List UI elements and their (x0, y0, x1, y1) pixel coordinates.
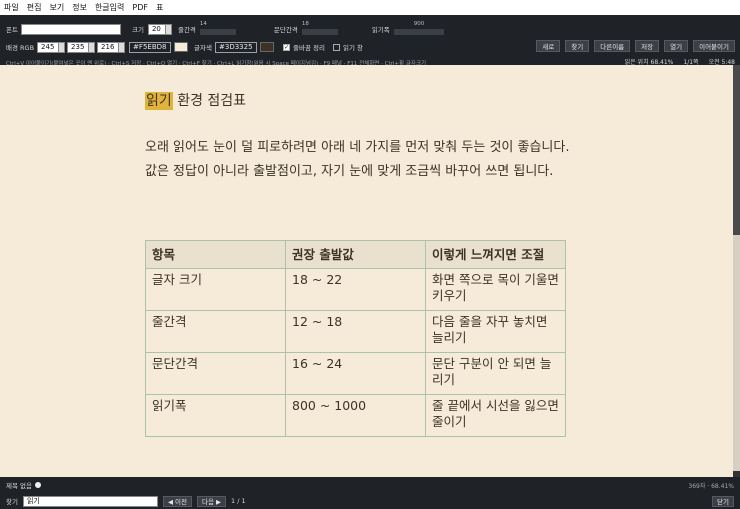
wrap-checkbox[interactable]: ✓ (283, 43, 290, 51)
findbar: 찾기 읽기 ◀ 이전 다음 ▶ 1 / 1 닫기 (0, 493, 740, 509)
table-cell: 줄간격 (145, 310, 286, 353)
para-spacing-value: 18 (301, 21, 309, 27)
menu-file[interactable]: 파일 (4, 2, 19, 13)
find-result: 1 / 1 (231, 497, 246, 505)
table-row: 문단간격 16 ~ 24 문단 구분이 안 되면 늘리기 (145, 352, 566, 395)
bg-b-spinner[interactable] (119, 41, 126, 53)
toolbar-row-1: 폰트 크기 20 줄간격 14 문단간격 18 읽기폭 900 (6, 21, 444, 36)
text-hex-input[interactable]: #3D3325 (215, 41, 257, 53)
char-count: 369자 · 68.41% (688, 482, 734, 490)
find-label: 찾기 (6, 498, 18, 506)
save-as-button[interactable]: 다른이름 (594, 40, 631, 52)
settings-table: 항목 권장 출발값 이렇게 느껴지면 조절 글자 크기 18 ~ 22 화면 쪽… (145, 240, 566, 437)
line-spacing-track[interactable] (199, 29, 236, 35)
table-cell: 줄 끝에서 시선을 잃으면 줄이기 (425, 394, 566, 437)
size-input[interactable]: 20 (147, 23, 166, 35)
table-cell: 문단 구분이 안 되면 늘리기 (425, 352, 566, 395)
bg-g-spinner[interactable] (89, 41, 96, 53)
statusbar: 제목 없음 369자 · 68.41% (0, 477, 740, 493)
menubar: 파일 편집 보기 정보 한글입력 PDF 표 (0, 0, 740, 15)
table-row: 줄간격 12 ~ 18 다음 줄을 자꾸 놓치면 늘리기 (145, 310, 566, 353)
save-button[interactable]: 저장 (635, 40, 660, 52)
font-select[interactable] (21, 23, 121, 35)
doc-title: 제목 없음 (6, 482, 32, 490)
table-cell: 18 ~ 22 (285, 268, 426, 311)
table-header: 이렇게 느껴지면 조절 (425, 240, 566, 269)
table-header: 항목 (145, 240, 286, 269)
title-rest: 환경 점검표 (172, 93, 247, 109)
find-button[interactable]: 찾기 (565, 40, 590, 52)
find-prev-button[interactable]: ◀ 이전 (162, 495, 192, 507)
find-close-button[interactable]: 닫기 (712, 495, 734, 507)
append-button[interactable]: 이어붙이기 (693, 40, 735, 52)
menu-info[interactable]: 정보 (72, 2, 87, 13)
table-row: 글자 크기 18 ~ 22 화면 쪽으로 목이 기울면 키우기 (145, 268, 566, 311)
read-width-slider[interactable]: 900 (393, 21, 444, 36)
search-highlight: 읽기 (145, 92, 173, 110)
menu-table[interactable]: 표 (156, 2, 163, 13)
table-header-row: 항목 권장 출발값 이렇게 느껴지면 조절 (145, 240, 566, 269)
wrap-label: 줄바꿈 정리 (293, 44, 325, 52)
text-color-label: 글자색 (194, 44, 212, 52)
new-button[interactable]: 새로 (536, 40, 561, 52)
font-label: 폰트 (6, 26, 18, 34)
read-width-label: 읽기폭 (371, 26, 390, 34)
toolbar: 폰트 크기 20 줄간격 14 문단간격 18 읽기폭 900 배경 RGB 2… (0, 15, 740, 67)
para-spacing-label: 문단간격 (273, 26, 298, 34)
read-window-label: 읽기 창 (342, 44, 363, 52)
para-spacing-track[interactable] (301, 29, 338, 35)
bg-b-input[interactable]: 216 (97, 41, 120, 53)
table-cell: 화면 쪽으로 목이 기울면 키우기 (425, 268, 566, 311)
unsaved-dot-icon (35, 482, 41, 488)
table-cell: 800 ~ 1000 (285, 394, 426, 437)
document-title: 읽기 환경 점검표 (145, 90, 246, 110)
para-spacing-slider[interactable]: 18 (301, 21, 338, 36)
line-spacing-value: 14 (199, 21, 207, 27)
table-cell: 글자 크기 (145, 268, 286, 311)
table-cell: 16 ~ 24 (285, 352, 426, 395)
size-spinner[interactable] (165, 23, 172, 35)
bg-g-input[interactable]: 235 (67, 41, 90, 53)
bg-color-swatch[interactable] (174, 42, 189, 52)
find-next-button[interactable]: 다음 ▶ (197, 495, 227, 507)
open-button[interactable]: 열기 (664, 40, 689, 52)
bg-rgb-label: 배경 RGB (6, 44, 35, 52)
table-cell: 문단간격 (145, 352, 286, 395)
table-cell: 다음 줄을 자꾸 놓치면 늘리기 (425, 310, 566, 353)
text-color-swatch[interactable] (260, 42, 274, 52)
toolbar-row-2: 배경 RGB 245 235 216 #F5EBD8 글자색 #3D3325 ✓… (0, 40, 740, 54)
table-cell: 12 ~ 18 (285, 310, 426, 353)
bg-r-input[interactable]: 245 (37, 41, 60, 53)
menu-hangul-input[interactable]: 한글입력 (95, 2, 124, 13)
read-width-value: 900 (413, 21, 425, 27)
size-label: 크기 (132, 26, 144, 34)
vertical-scrollbar[interactable] (733, 65, 740, 477)
line-spacing-slider[interactable]: 14 (199, 21, 236, 36)
bg-hex-input[interactable]: #F5EBD8 (129, 41, 172, 53)
find-input[interactable]: 읽기 (22, 495, 158, 507)
document-area[interactable]: 읽기 환경 점검표 오래 읽어도 눈이 덜 피로하려면 아래 네 가지를 먼저 … (0, 65, 733, 477)
table-cell: 읽기폭 (145, 394, 286, 437)
table-row: 읽기폭 800 ~ 1000 줄 끝에서 시선을 잃으면 줄이기 (145, 394, 566, 437)
menu-view[interactable]: 보기 (49, 2, 64, 13)
toolbar-buttons: 새로 찾기 다른이름 저장 열기 이어붙이기 (536, 40, 735, 52)
intro-paragraph: 오래 읽어도 눈이 덜 피로하려면 아래 네 가지를 먼저 맞춰 두는 것이 좋… (145, 140, 570, 179)
scrollbar-thumb[interactable] (733, 65, 740, 235)
table-header: 권장 출발값 (285, 240, 426, 269)
bg-r-spinner[interactable] (59, 41, 66, 53)
read-width-track[interactable] (393, 29, 444, 35)
menu-edit[interactable]: 편집 (27, 2, 42, 13)
read-window-checkbox[interactable] (332, 43, 340, 51)
line-spacing-label: 줄간격 (177, 26, 196, 34)
menu-pdf[interactable]: PDF (132, 3, 148, 12)
